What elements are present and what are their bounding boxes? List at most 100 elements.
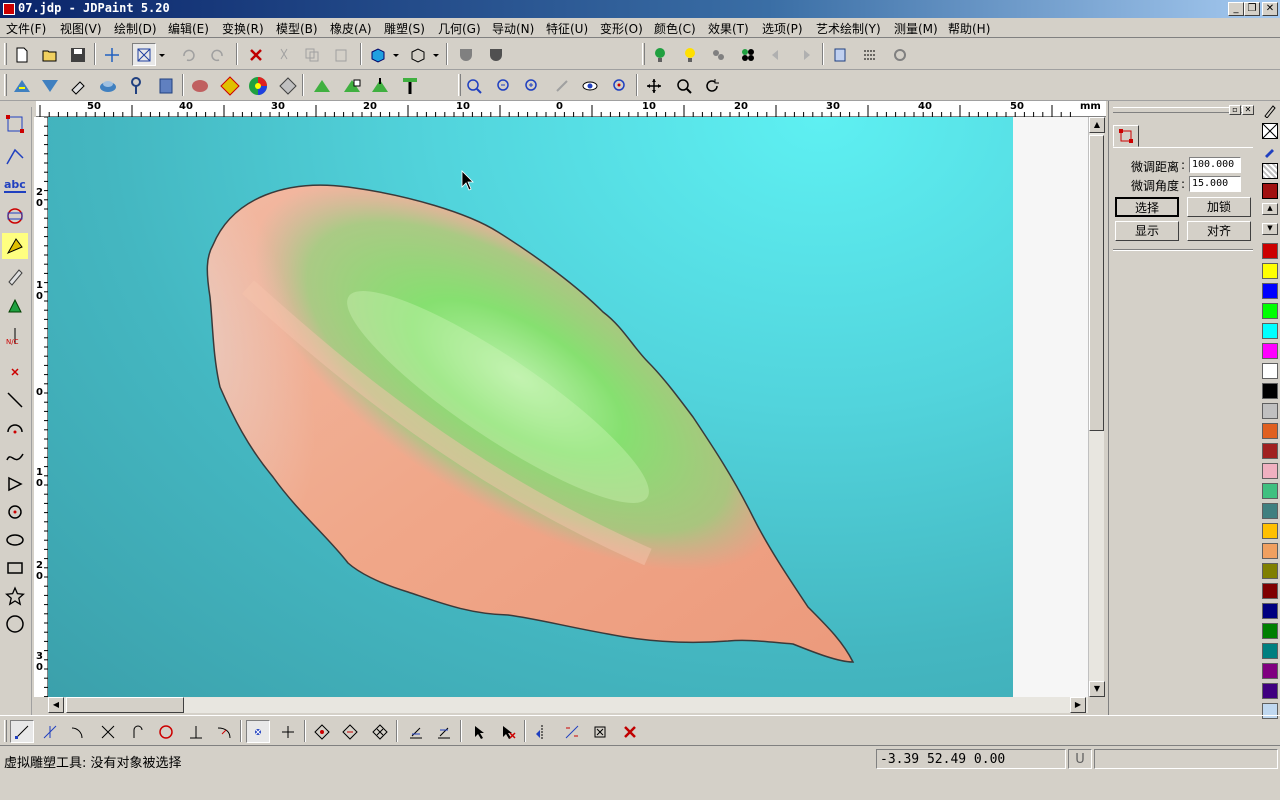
zoom-previous-icon[interactable] <box>550 74 574 97</box>
view-cube-icon[interactable] <box>366 43 390 66</box>
grid-lines-icon[interactable] <box>858 43 882 66</box>
vertical-scrollbar[interactable]: ▲ ▼ <box>1088 117 1105 697</box>
align-button[interactable]: 对齐 <box>1187 221 1251 241</box>
select-mode-dropdown[interactable] <box>156 43 168 66</box>
snap-tangent-icon[interactable] <box>126 720 150 743</box>
color-swatch[interactable] <box>1262 363 1278 379</box>
pattern-swatch[interactable] <box>1262 163 1278 179</box>
delete-button[interactable] <box>244 43 268 66</box>
menu-feature[interactable]: 特征(U) <box>546 20 588 37</box>
horizontal-scrollbar[interactable]: ◀ ▶ <box>48 697 1088 713</box>
menu-model[interactable]: 模型(B) <box>276 20 318 37</box>
color-swatch[interactable] <box>1262 423 1278 439</box>
menu-eraser[interactable]: 橡皮(A) <box>330 20 372 37</box>
close-button[interactable]: ✕ <box>1262 2 1278 16</box>
snap-endpoint-icon[interactable] <box>38 720 62 743</box>
new-file-button[interactable] <box>10 43 34 66</box>
gear-tool-icon[interactable] <box>888 43 912 66</box>
menu-edit[interactable]: 编辑(E) <box>168 20 209 37</box>
distance-input[interactable]: 100.000 <box>1189 157 1241 173</box>
copy-button[interactable] <box>300 43 324 66</box>
pan-icon[interactable] <box>642 74 666 97</box>
scroll-left-button[interactable]: ◀ <box>48 697 64 713</box>
node-replace-icon[interactable] <box>588 720 612 743</box>
select-box-button[interactable] <box>132 43 156 66</box>
scroll-up-button[interactable]: ▲ <box>1089 117 1105 133</box>
snap-center-icon[interactable] <box>154 720 178 743</box>
sculpt-lower-icon[interactable] <box>38 74 62 97</box>
color-swatch[interactable] <box>1262 683 1278 699</box>
node-move-icon[interactable] <box>560 720 584 743</box>
panel-tab[interactable] <box>1113 125 1139 147</box>
arrow-left-icon[interactable] <box>764 43 788 66</box>
select-button[interactable]: 选择 <box>1115 197 1179 217</box>
grid-stamp-icon[interactable] <box>276 74 300 97</box>
select-rect-icon[interactable] <box>2 111 28 137</box>
relief-copy-icon[interactable] <box>340 74 364 97</box>
menu-help[interactable]: 帮助(H) <box>948 20 990 37</box>
shield-solid-icon[interactable] <box>484 43 508 66</box>
spline-tool-icon[interactable] <box>2 443 28 469</box>
undo-button[interactable] <box>176 43 200 66</box>
color-wheel-icon[interactable] <box>246 74 270 97</box>
cut-button[interactable] <box>272 43 296 66</box>
menu-color[interactable]: 颜色(C) <box>654 20 696 37</box>
no-color-swatch[interactable] <box>1262 123 1278 139</box>
snap-arc-icon[interactable] <box>66 720 90 743</box>
color-swatch[interactable] <box>1262 403 1278 419</box>
smooth-tool-icon[interactable] <box>96 74 120 97</box>
lock-button[interactable]: 加锁 <box>1187 197 1251 217</box>
color-swatch[interactable] <box>1262 483 1278 499</box>
diamond-tool-icon[interactable] <box>218 74 242 97</box>
pick-add-icon[interactable] <box>468 720 492 743</box>
snap-intersection-icon[interactable] <box>96 720 120 743</box>
sculpt-raise-icon[interactable] <box>10 74 34 97</box>
pick-remove-icon[interactable] <box>496 720 520 743</box>
multi-light-icon[interactable] <box>736 43 760 66</box>
polyline-tool-icon[interactable] <box>2 471 28 497</box>
light-green-icon[interactable] <box>648 43 672 66</box>
zoom-window-icon[interactable] <box>462 74 486 97</box>
snap-line-icon[interactable] <box>10 720 34 743</box>
toolbar-handle[interactable] <box>4 720 7 742</box>
text-tool-icon[interactable]: abc <box>2 173 28 199</box>
zoom-out-icon[interactable] <box>492 74 516 97</box>
menu-geometry[interactable]: 几何(G) <box>438 20 481 37</box>
menu-deform[interactable]: 变形(O) <box>600 20 643 37</box>
menu-art-draw[interactable]: 艺术绘制(Y) <box>816 20 881 37</box>
color-swatch[interactable] <box>1262 583 1278 599</box>
stamp-tool-icon[interactable] <box>154 74 178 97</box>
zoom-all-icon[interactable] <box>608 74 632 97</box>
show-button[interactable]: 显示 <box>1115 221 1179 241</box>
snap-diamond-point-icon[interactable] <box>338 720 362 743</box>
point-tool-icon[interactable] <box>2 359 28 385</box>
horizontal-scroll-thumb[interactable] <box>66 697 184 713</box>
drawing-canvas[interactable] <box>48 117 1088 697</box>
restore-button[interactable]: ❐ <box>1244 2 1260 16</box>
save-button[interactable] <box>66 43 90 66</box>
scroll-down-button[interactable]: ▼ <box>1089 681 1105 697</box>
relief-split-icon[interactable] <box>398 74 422 97</box>
color-swatch[interactable] <box>1262 283 1278 299</box>
menu-measure[interactable]: 测量(M) <box>894 20 938 37</box>
color-swatch[interactable] <box>1262 563 1278 579</box>
eraser-icon[interactable] <box>66 74 90 97</box>
rotate-view-icon[interactable] <box>700 74 724 97</box>
texture-sphere-icon[interactable] <box>188 74 212 97</box>
color-swatch[interactable] <box>1262 443 1278 459</box>
leaf-relief[interactable] <box>48 117 1088 697</box>
menu-sweep[interactable]: 导动(N) <box>492 20 534 37</box>
circle-tool-icon[interactable] <box>2 611 28 637</box>
palette-scroll-down[interactable]: ▼ <box>1262 223 1278 235</box>
color-swatch[interactable] <box>1262 503 1278 519</box>
menu-sculpt[interactable]: 雕塑(S) <box>384 20 425 37</box>
toolbar-handle[interactable] <box>642 43 645 65</box>
shading-dropdown[interactable] <box>430 43 442 66</box>
color-swatch[interactable] <box>1262 303 1278 319</box>
color-swatch[interactable] <box>1262 343 1278 359</box>
light-set-icon[interactable] <box>706 43 730 66</box>
color-swatch[interactable] <box>1262 523 1278 539</box>
pencil-icon[interactable] <box>1262 103 1278 119</box>
view-eye-icon[interactable] <box>578 74 602 97</box>
snap-perpendicular-icon[interactable] <box>184 720 208 743</box>
